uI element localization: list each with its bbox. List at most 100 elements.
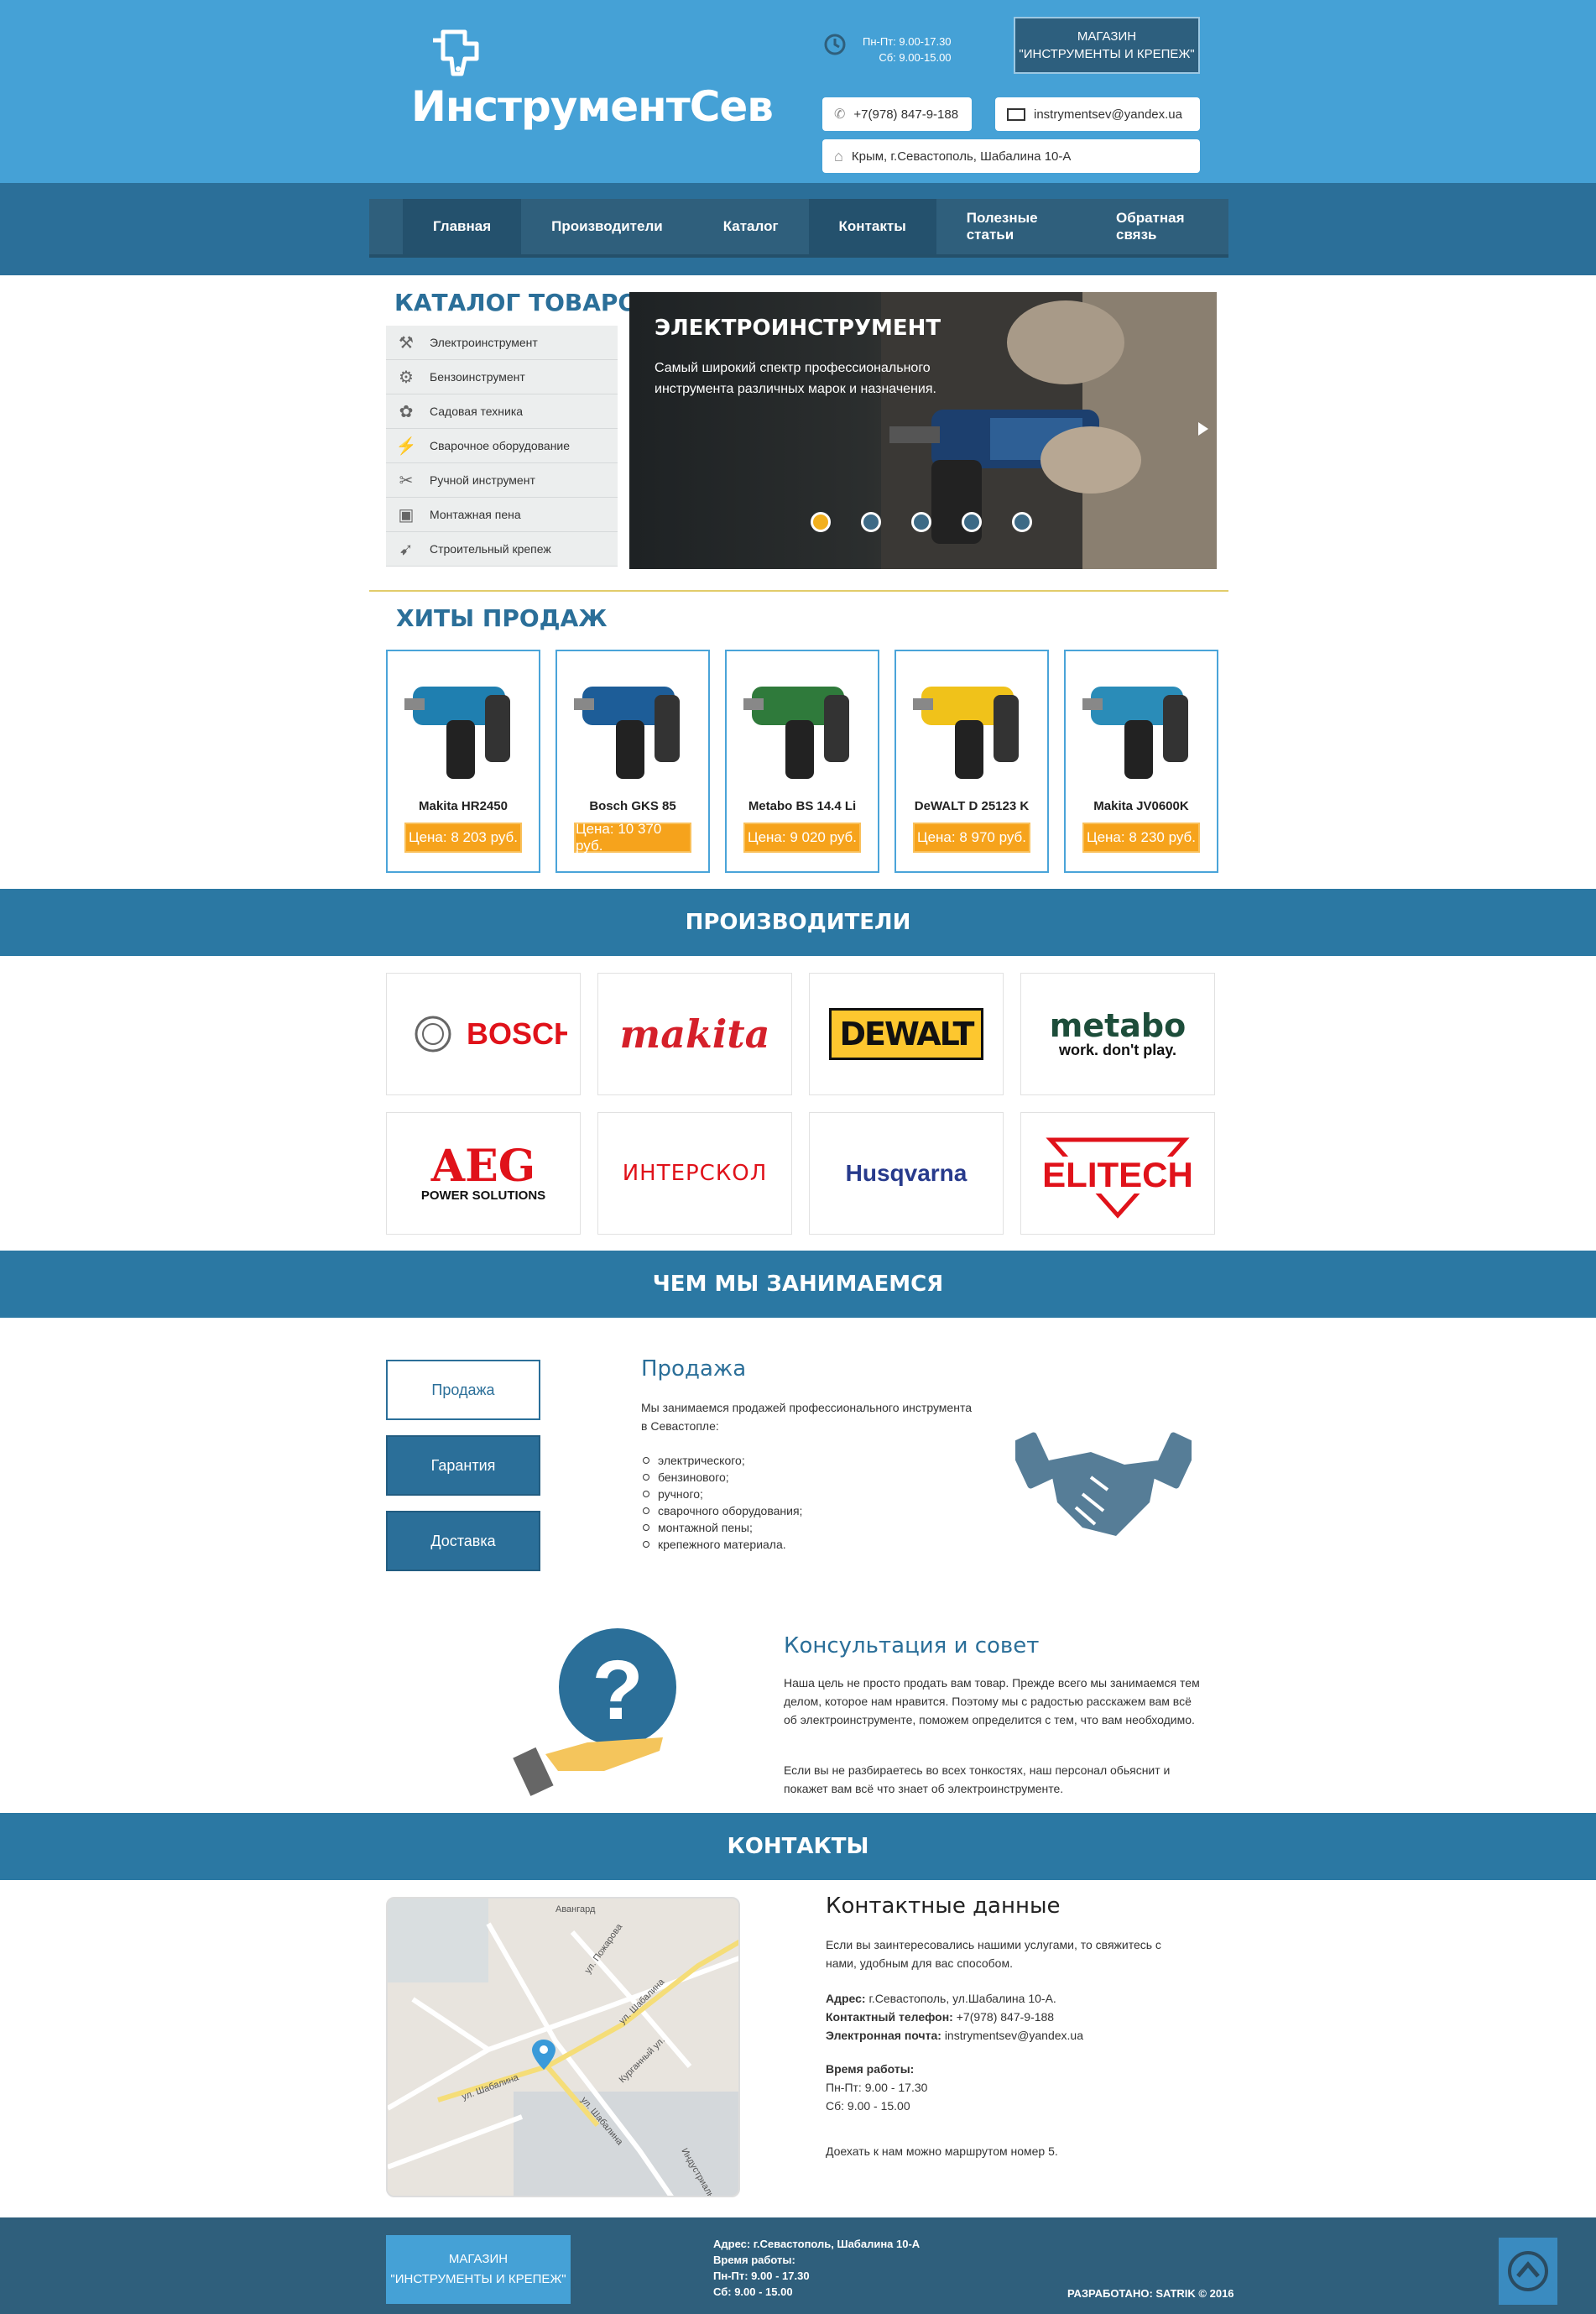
section-divider [369, 590, 1228, 592]
contacts-heading: Контактные данные [826, 1894, 1061, 1919]
contacts-map[interactable]: Авангард ул. Пожарова ул. Шабалина ул. Ш… [386, 1897, 740, 2197]
scroll-top-button[interactable] [1499, 2238, 1557, 2305]
hero-slider[interactable]: ЭЛЕКТРОИНСТРУМЕНТ Самый широкий спектр п… [629, 292, 1217, 569]
brand-interskol[interactable]: ИНТЕРСКОЛ [597, 1112, 792, 1235]
nav-feedback[interactable]: Обратная связь [1086, 199, 1228, 254]
slider-dots [811, 512, 1032, 532]
contact-phone[interactable]: +7(978) 847-9-188 [957, 2010, 1054, 2024]
slider-dot[interactable] [1012, 512, 1032, 532]
hits-title: ХИТЫ ПРОДАЖ [396, 604, 608, 632]
contact-route: Доехать к нам можно маршрутом номер 5. [826, 2144, 1058, 2158]
product-card[interactable]: Bosch GKS 85 Цена: 10 370 руб. [555, 650, 710, 873]
email-label: Электронная почта: [826, 2029, 941, 2042]
catalog-item-label: Монтажная пена [430, 508, 521, 521]
metabo-text: metabo [1049, 1006, 1187, 1044]
product-price[interactable]: Цена: 8 203 руб. [404, 823, 522, 853]
brands-band: ПРОИЗВОДИТЕЛИ [0, 889, 1596, 956]
fastener-icon: ➹ [399, 540, 414, 559]
sale-list-item: ручного; [641, 1486, 802, 1502]
header [0, 0, 1596, 183]
brand-metabo[interactable]: metabo work. don't play. [1020, 973, 1215, 1095]
question-hand-icon: ? [513, 1628, 676, 1796]
slider-dot[interactable] [861, 512, 881, 532]
phone-pill[interactable]: ✆ +7(978) 847-9-188 [822, 97, 972, 131]
tab-sale[interactable]: Продажа [386, 1360, 540, 1420]
aeg-text: AEG [430, 1140, 536, 1192]
brand-bosch[interactable]: BOSCH [386, 973, 581, 1095]
metabo-slogan: work. don't play. [1059, 1041, 1176, 1058]
nav-home[interactable]: Главная [403, 199, 522, 254]
product-card[interactable]: DeWALT D 25123 K Цена: 8 970 руб. [894, 650, 1049, 873]
header-hours: Пн-Пт: 9.00-17.30 Сб: 9.00-15.00 [863, 34, 952, 65]
product-card[interactable]: Makita JV0600K Цена: 8 230 руб. [1064, 650, 1218, 873]
email-pill[interactable]: instrymentsev@yandex.ua [995, 97, 1200, 131]
brand-husqvarna[interactable]: Husqvarna [809, 1112, 1004, 1235]
shop-button[interactable]: МАГАЗИН "ИНСТРУМЕНТЫ И КРЕПЕЖ" [1014, 17, 1200, 74]
contact-email[interactable]: instrymentsev@yandex.ua [945, 2029, 1083, 2042]
garden-icon: ✿ [399, 402, 414, 421]
consult-paragraph-1: Наша цель не просто продать вам товар. П… [784, 1676, 1200, 1726]
consult-title: Консультация и совет [784, 1633, 1040, 1658]
product-image [743, 687, 849, 779]
product-name: Makita HR2450 [419, 799, 508, 813]
logo-text[interactable]: ИнструментСев [411, 82, 774, 131]
product-price[interactable]: Цена: 10 370 руб. [574, 821, 691, 854]
catalog-item[interactable]: ✿ Садовая техника [386, 394, 618, 429]
nav-manufacturers[interactable]: Производители [521, 199, 693, 254]
slider-dot[interactable] [962, 512, 982, 532]
sale-list-item: сварочного оборудования; [641, 1502, 802, 1519]
nav-catalog[interactable]: Каталог [693, 199, 809, 254]
catalog-item[interactable]: ✂ Ручной инструмент [386, 463, 618, 498]
catalog-item[interactable]: ⚡ Сварочное оборудование [386, 429, 618, 463]
nav-articles[interactable]: Полезные статьи [936, 199, 1086, 254]
svg-text:?: ? [592, 1643, 643, 1737]
brand-makita[interactable]: makita [597, 973, 792, 1095]
brand-elitech[interactable]: ELITECH [1020, 1112, 1215, 1235]
catalog-item-label: Электроинструмент [430, 336, 538, 349]
product-price[interactable]: Цена: 8 230 руб. [1082, 823, 1200, 853]
contact-address: г.Севастополь, ул.Шабалина 10-А. [868, 1992, 1056, 2005]
catalog-item[interactable]: ▣ Монтажная пена [386, 498, 618, 532]
product-name: DeWALT D 25123 K [914, 799, 1030, 813]
services-band: ЧЕМ МЫ ЗАНИМАЕМСЯ [0, 1251, 1596, 1318]
brand-dewalt[interactable]: DEWALT [809, 973, 1004, 1095]
tab-delivery[interactable]: Доставка [386, 1511, 540, 1571]
sale-list-item: крепежного материала. [641, 1536, 802, 1553]
product-name: Metabo BS 14.4 Li [748, 799, 857, 813]
makita-text: makita [619, 1011, 770, 1057]
catalog-item[interactable]: ➹ Строительный крепеж [386, 532, 618, 567]
product-price[interactable]: Цена: 8 970 руб. [913, 823, 1030, 853]
main-nav: Главная Производители Каталог Контакты П… [369, 199, 1228, 258]
sale-list: электрического; бензинового; ручного; сваро… [641, 1452, 802, 1553]
footer-shop-line2: "ИНСТРУМЕНТЫ И КРЕПЕЖ" [390, 2272, 566, 2286]
header-address: Крым, г.Севастополь, Шабалина 10-А [851, 149, 1072, 164]
sale-title: Продажа [641, 1356, 747, 1382]
address-pill[interactable]: ⌂ Крым, г.Севастополь, Шабалина 10-А [822, 139, 1200, 173]
nav-contacts[interactable]: Контакты [808, 199, 936, 254]
arrow-up-icon [1508, 2251, 1548, 2291]
footer-shop-button[interactable]: МАГАЗИН "ИНСТРУМЕНТЫ И КРЕПЕЖ" [386, 2235, 571, 2304]
footer-address: Адрес: г.Севастополь, Шабалина 10-А [713, 2238, 921, 2250]
catalog-item-label: Бензоинструмент [430, 370, 525, 384]
shop-button-line2: "ИНСТРУМЕНТЫ И КРЕПЕЖ" [1019, 47, 1195, 61]
product-card[interactable]: Makita HR2450 Цена: 8 203 руб. [386, 650, 540, 873]
catalog-item[interactable]: ⚒ Электроинструмент [386, 326, 618, 360]
slider-next-arrow-icon[interactable] [1198, 422, 1208, 436]
brand-aeg[interactable]: AEG POWER SOLUTIONS [386, 1112, 581, 1235]
hours-saturday: Сб: 9.00-15.00 [879, 51, 952, 64]
slider-dot[interactable] [811, 512, 831, 532]
product-price[interactable]: Цена: 9 020 руб. [743, 823, 861, 853]
brands-title: ПРОИЗВОДИТЕЛИ [685, 910, 911, 935]
catalog-item-label: Сварочное оборудование [430, 439, 571, 452]
interskol-text: ИНТЕРСКОЛ [622, 1161, 768, 1186]
catalog-item[interactable]: ⚙ Бензоинструмент [386, 360, 618, 394]
slider-dot[interactable] [911, 512, 931, 532]
hours-weekday: Пн-Пт: 9.00-17.30 [863, 35, 952, 48]
phone-label: Контактный телефон: [826, 2010, 953, 2024]
sale-list-item: бензинового; [641, 1469, 802, 1486]
tab-warranty[interactable]: Гарантия [386, 1435, 540, 1496]
bosch-logo: BOSCH [415, 1016, 567, 1053]
elitech-text: ELITECH [1042, 1155, 1193, 1194]
product-card[interactable]: Metabo BS 14.4 Li Цена: 9 020 руб. [725, 650, 879, 873]
aeg-slogan: POWER SOLUTIONS [420, 1188, 546, 1203]
